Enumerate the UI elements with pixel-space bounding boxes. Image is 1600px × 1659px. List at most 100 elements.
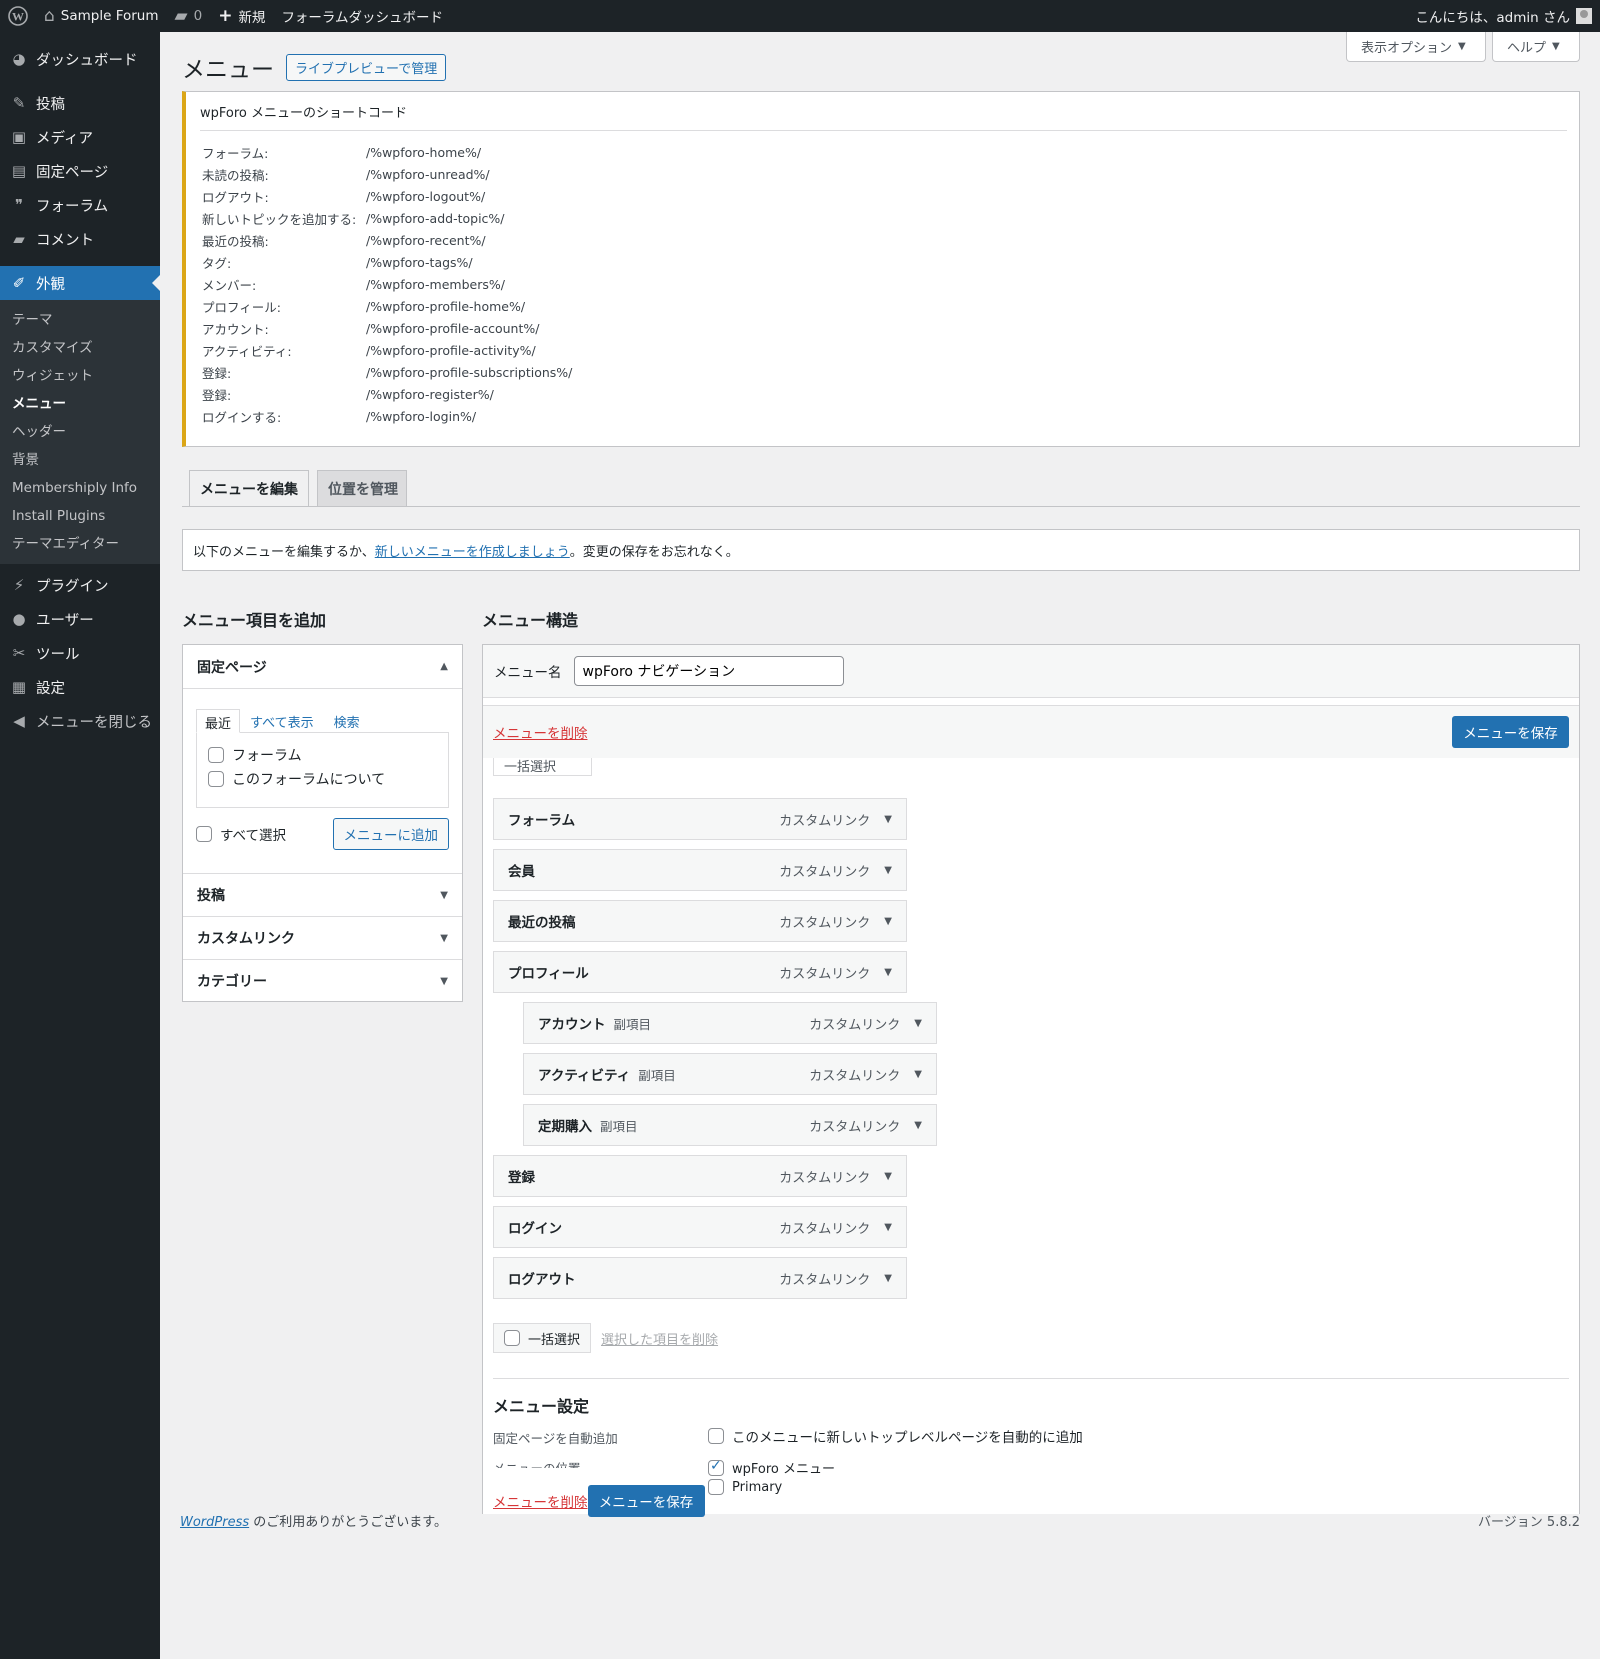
- sidebar-item-comments[interactable]: ▰ コメント: [0, 222, 160, 256]
- submenu-item-menus[interactable]: メニュー: [0, 390, 160, 418]
- subtab-view-all[interactable]: すべて表示: [240, 709, 324, 733]
- caret-down-icon[interactable]: ▼: [884, 1273, 892, 1284]
- bulk-select-button[interactable]: 一括選択: [493, 1323, 592, 1353]
- my-account-link[interactable]: こんにちは、admin さん: [1415, 6, 1600, 26]
- collapse-menu-button[interactable]: ◀ メニューを閉じる: [0, 704, 160, 738]
- caret-down-icon[interactable]: ▼: [884, 1171, 892, 1182]
- wordpress-logo-button[interactable]: W: [0, 0, 36, 32]
- subtab-search[interactable]: 検索: [324, 709, 370, 733]
- submenu-item-themes[interactable]: テーマ: [0, 306, 160, 334]
- accordion-categories-header[interactable]: カテゴリー ▼: [183, 959, 462, 1002]
- sidebar-item-posts[interactable]: ✎ 投稿: [0, 86, 160, 120]
- menu-item[interactable]: 登録 カスタムリンク ▼: [493, 1155, 907, 1197]
- shortcode-value: /%wpforo-profile-home%/: [366, 298, 526, 314]
- admin-bar: W ⌂ Sample Forum ▰ 0 + 新規 フォーラムダッシュボード こ…: [0, 0, 1600, 32]
- comments-link[interactable]: ▰ 0: [167, 0, 211, 32]
- caret-down-icon[interactable]: ▼: [884, 814, 892, 825]
- shortcode-key: 新しいトピックを追加する:: [202, 211, 357, 227]
- accordion-posts-header[interactable]: 投稿 ▼: [183, 873, 462, 916]
- create-new-menu-link[interactable]: 新しいメニューを作成しましょう: [375, 541, 570, 560]
- live-preview-button[interactable]: ライブプレビューで管理: [286, 53, 447, 81]
- menu-item[interactable]: 会員 カスタムリンク ▼: [493, 849, 907, 891]
- shortcode-row: ログアウト: /%wpforo-logout%/: [202, 185, 1579, 207]
- select-all-checkbox[interactable]: [196, 826, 212, 842]
- list-item[interactable]: このフォーラムについて: [208, 767, 437, 791]
- page-checkbox[interactable]: [208, 747, 224, 763]
- menu-item-sub-label: 副項目: [613, 1016, 652, 1032]
- save-menu-button[interactable]: メニューを保存: [1452, 716, 1569, 748]
- comments-count: 0: [193, 8, 203, 24]
- tab-manage-locations[interactable]: 位置を管理: [317, 470, 407, 506]
- caret-down-icon[interactable]: ▼: [914, 1018, 922, 1029]
- page-checkbox[interactable]: [208, 771, 224, 787]
- sidebar-item-media[interactable]: ▣ メディア: [0, 120, 160, 154]
- menu-item[interactable]: ログイン カスタムリンク ▼: [493, 1206, 907, 1248]
- sidebar-item-dashboard[interactable]: ◕ ダッシュボード: [0, 42, 160, 76]
- accordion-pages-header[interactable]: 固定ページ ▲: [183, 645, 462, 689]
- caret-down-icon[interactable]: ▼: [884, 916, 892, 927]
- caret-down-icon[interactable]: ▼: [914, 1120, 922, 1131]
- auto-add-checkbox[interactable]: [708, 1428, 724, 1444]
- delete-menu-link[interactable]: メニューを削除: [493, 722, 588, 742]
- caret-down-icon[interactable]: ▼: [914, 1069, 922, 1080]
- subtab-recent[interactable]: 最近: [196, 709, 241, 733]
- caret-down-icon[interactable]: ▼: [884, 865, 892, 876]
- submenu-item-background[interactable]: 背景: [0, 446, 160, 474]
- screen-options-button[interactable]: 表示オプション ▼: [1346, 32, 1486, 62]
- menu-item-type: カスタムリンク: [809, 1068, 901, 1084]
- caret-down-icon: ▼: [440, 975, 448, 987]
- location-checkbox[interactable]: [708, 1479, 724, 1495]
- footer-thanks: WordPress のご利用ありがとうございます。: [180, 1511, 447, 1530]
- page-title-wrap: メニュー ライブプレビューで管理: [182, 50, 447, 84]
- sidebar-item-users[interactable]: ● ユーザー: [0, 602, 160, 636]
- submenu-item-theme-editor[interactable]: テーマエディター: [0, 530, 160, 558]
- auto-add-option[interactable]: このメニューに新しいトップレベルページを自動的に追加: [708, 1426, 1083, 1446]
- forum-dashboard-link[interactable]: フォーラムダッシュボード: [273, 0, 451, 32]
- shortcode-value: /%wpforo-recent%/: [366, 232, 486, 248]
- caret-down-icon[interactable]: ▼: [884, 967, 892, 978]
- site-name-link[interactable]: ⌂ Sample Forum: [36, 0, 167, 32]
- add-to-menu-button[interactable]: メニューに追加: [332, 818, 449, 850]
- delete-menu-link-bottom[interactable]: メニューを削除: [493, 1491, 588, 1511]
- bulk-select-top[interactable]: 一括選択: [493, 758, 592, 776]
- menu-item[interactable]: フォーラム カスタムリンク ▼: [493, 798, 907, 840]
- menu-item-type: カスタムリンク: [779, 966, 871, 982]
- footer-version: バージョン 5.8.2: [1478, 1515, 1580, 1530]
- menu-item[interactable]: 最近の投稿 カスタムリンク ▼: [493, 900, 907, 942]
- submenu-item-customize[interactable]: カスタマイズ: [0, 334, 160, 362]
- submenu-item-membershiply-info[interactable]: Membershiply Info: [0, 474, 160, 502]
- sidebar-item-plugins[interactable]: ⚡ プラグイン: [0, 568, 160, 602]
- bulk-select-checkbox[interactable]: [504, 1330, 520, 1346]
- caret-down-icon: ▼: [440, 889, 448, 901]
- sidebar-item-tools[interactable]: ✂ ツール: [0, 636, 160, 670]
- submenu-item-widgets[interactable]: ウィジェット: [0, 362, 160, 390]
- wordpress-link[interactable]: WordPress: [180, 1515, 249, 1530]
- remove-selected-link[interactable]: 選択した項目を削除: [601, 1329, 718, 1348]
- location-option-primary[interactable]: Primary: [708, 1479, 782, 1495]
- menu-item[interactable]: プロフィール カスタムリンク ▼: [493, 951, 907, 993]
- location-label: メニューの位置: [493, 1460, 581, 1468]
- location-option-wpforo[interactable]: wpForo メニュー: [708, 1458, 835, 1477]
- menu-item[interactable]: 定期購入 副項目 カスタムリンク ▼: [523, 1104, 937, 1146]
- menu-name-input[interactable]: [573, 656, 844, 686]
- sidebar-item-appearance[interactable]: ✐ 外観: [0, 266, 160, 300]
- sidebar-item-forums[interactable]: ❞ フォーラム: [0, 188, 160, 222]
- sidebar-item-settings[interactable]: ▦ 設定: [0, 670, 160, 704]
- tabs-divider: [182, 506, 1580, 507]
- tab-edit-menus[interactable]: メニューを編集: [189, 470, 309, 507]
- help-button[interactable]: ヘルプ ▼: [1492, 32, 1580, 62]
- new-content-link[interactable]: + 新規: [210, 0, 273, 32]
- list-item[interactable]: フォーラム: [208, 743, 437, 767]
- menu-item[interactable]: アクティビティ 副項目 カスタムリンク ▼: [523, 1053, 937, 1095]
- shortcode-row: アカウント: /%wpforo-profile-account%/: [202, 317, 1579, 339]
- submenu-item-install-plugins[interactable]: Install Plugins: [0, 502, 160, 530]
- sidebar-item-pages[interactable]: ▤ 固定ページ: [0, 154, 160, 188]
- accordion-custom-links-header[interactable]: カスタムリンク ▼: [183, 916, 462, 959]
- menu-item[interactable]: アカウント 副項目 カスタムリンク ▼: [523, 1002, 937, 1044]
- menu-item-title: 会員: [508, 864, 535, 880]
- submenu-item-header[interactable]: ヘッダー: [0, 418, 160, 446]
- location-checkbox[interactable]: [708, 1458, 724, 1476]
- caret-down-icon[interactable]: ▼: [884, 1222, 892, 1233]
- save-menu-button-bottom[interactable]: メニューを保存: [587, 1485, 705, 1517]
- menu-item[interactable]: ログアウト カスタムリンク ▼: [493, 1257, 907, 1299]
